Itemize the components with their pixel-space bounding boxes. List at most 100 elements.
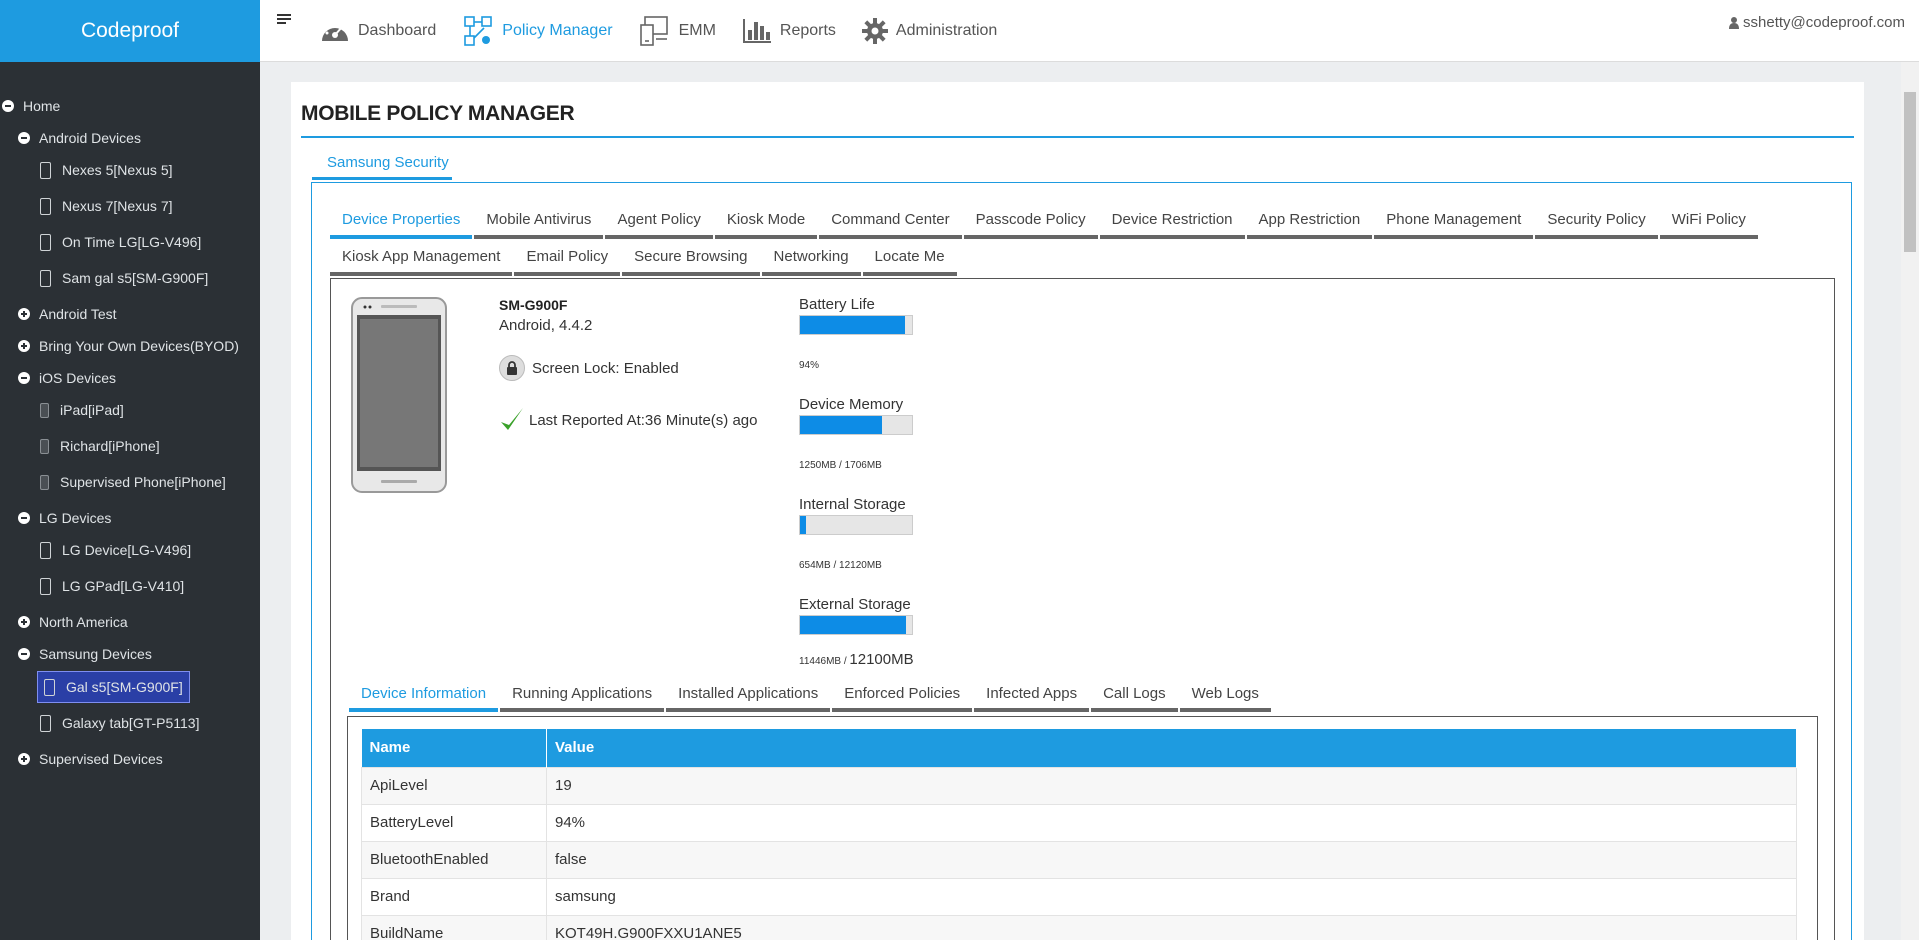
tree-device[interactable]: Supervised Phone[iPhone] [40, 470, 226, 494]
tree-label: LG GPad[LG-V410] [62, 578, 185, 594]
tablet-icon [40, 714, 51, 732]
collapse-icon[interactable] [18, 512, 30, 524]
tab-device-restriction[interactable]: Device Restriction [1099, 203, 1245, 239]
progress-bar [799, 415, 913, 435]
main-panel: MOBILE POLICY MANAGER Samsung Security D… [291, 82, 1864, 940]
expand-icon[interactable] [18, 616, 30, 628]
screen-lock-status: Screen Lock: Enabled [499, 355, 679, 381]
tab-running-applications[interactable]: Running Applications [500, 678, 665, 712]
nav-policy-manager[interactable]: Policy Manager [462, 14, 613, 48]
brand-logo[interactable]: Codeproof [0, 0, 260, 62]
external-storage-meter: External Storage 11446MB / 12100MB [799, 596, 914, 668]
tree-device[interactable]: LG Device[LG-V496] [40, 538, 191, 562]
tree-label: North America [39, 614, 128, 630]
tree-label: Nexes 5[Nexus 5] [62, 162, 173, 178]
tab-wifi-policy[interactable]: WiFi Policy [1659, 203, 1758, 239]
collapse-icon[interactable] [18, 372, 30, 384]
tree-label: Samsung Devices [39, 646, 152, 662]
cell-name: BluetoothEnabled [361, 840, 547, 879]
meter-caption: 11446MB / 12100MB [799, 651, 914, 668]
tab-device-properties[interactable]: Device Properties [330, 203, 473, 239]
tab-installed-applications[interactable]: Installed Applications [666, 678, 831, 712]
tab-app-restriction[interactable]: App Restriction [1246, 203, 1373, 239]
policy-tabs-row2: Kiosk App Management Email Policy Secure… [330, 240, 959, 276]
tree-device[interactable]: Sam gal s5[SM-G900F] [40, 266, 208, 290]
column-header-value[interactable]: Value [546, 729, 1797, 767]
main-nav: Dashboard Policy Manager EMM Reports Adm… [320, 0, 1023, 62]
tab-web-logs[interactable]: Web Logs [1179, 678, 1271, 712]
tab-agent-policy[interactable]: Agent Policy [605, 203, 713, 239]
tree-samsung-devices[interactable]: Samsung Devices [18, 642, 152, 666]
tab-passcode-policy[interactable]: Passcode Policy [963, 203, 1098, 239]
table-row: Brand samsung [361, 877, 1797, 916]
phone-icon [40, 161, 51, 179]
phone-icon [40, 233, 51, 251]
bar-chart-icon [742, 19, 771, 43]
progress-fill [800, 516, 807, 534]
tree-supervised-devices[interactable]: Supervised Devices [18, 747, 163, 771]
scrollbar-thumb[interactable] [1904, 92, 1916, 252]
tree-north-america[interactable]: North America [18, 610, 128, 634]
tab-call-logs[interactable]: Call Logs [1091, 678, 1178, 712]
tree-label: LG Device[LG-V496] [62, 542, 192, 558]
nav-administration-label: Administration [895, 22, 998, 39]
tree-label: On Time LG[LG-V496] [62, 234, 202, 250]
table-row: BluetoothEnabled false [361, 840, 1797, 879]
tab-samsung-security[interactable]: Samsung Security [312, 144, 452, 180]
phone-icon [40, 197, 51, 215]
tree-device[interactable]: Richard[iPhone] [40, 434, 160, 458]
nav-dashboard[interactable]: Dashboard [320, 19, 436, 43]
nav-emm[interactable]: EMM [639, 15, 716, 47]
internal-storage-meter: Internal Storage 654MB / 12120MB [799, 496, 913, 572]
tree-android-devices[interactable]: Android Devices [18, 126, 141, 150]
menu-toggle-icon[interactable] [277, 14, 291, 26]
top-navbar: Dashboard Policy Manager EMM Reports Adm… [260, 0, 1919, 62]
page-scrollbar[interactable] [1901, 62, 1919, 940]
tree-device[interactable]: On Time LG[LG-V496] [40, 230, 201, 254]
last-reported-status: Last Reported At:36 Minute(s) ago [499, 406, 757, 434]
tablet-icon [40, 402, 49, 418]
tab-infected-apps[interactable]: Infected Apps [974, 678, 1090, 712]
column-header-name[interactable]: Name [361, 729, 547, 767]
collapse-icon[interactable] [18, 648, 30, 660]
tree-home[interactable]: Home [2, 94, 60, 118]
policy-network-icon [464, 16, 493, 46]
tree-android-test[interactable]: Android Test [18, 302, 117, 326]
tab-networking[interactable]: Networking [761, 240, 861, 276]
meter-label: Device Memory [799, 396, 904, 413]
tab-phone-management[interactable]: Phone Management [1374, 203, 1534, 239]
tree-lg-devices[interactable]: LG Devices [18, 506, 111, 530]
nav-administration[interactable]: Administration [861, 18, 998, 44]
tab-email-policy[interactable]: Email Policy [514, 240, 621, 276]
tree-device[interactable]: Galaxy tab[GT-P5113] [40, 711, 199, 735]
title-divider [301, 136, 1854, 138]
tree-label: iOS Devices [39, 370, 117, 386]
tab-device-information[interactable]: Device Information [349, 678, 499, 712]
tree-device-selected[interactable]: Gal s5[SM-G900F] [37, 671, 190, 703]
collapse-icon[interactable] [18, 132, 30, 144]
tree-ios-devices[interactable]: iOS Devices [18, 366, 116, 390]
user-menu[interactable]: sshetty@codeproof.com [1729, 14, 1905, 31]
expand-icon[interactable] [18, 753, 30, 765]
tab-enforced-policies[interactable]: Enforced Policies [832, 678, 973, 712]
phone-icon [40, 438, 49, 454]
user-icon [1729, 16, 1740, 29]
tab-kiosk-mode[interactable]: Kiosk Mode [714, 203, 818, 239]
tab-locate-me[interactable]: Locate Me [862, 240, 957, 276]
tree-device[interactable]: iPad[iPad] [40, 398, 124, 422]
tab-security-policy[interactable]: Security Policy [1535, 203, 1658, 239]
tab-kiosk-app-management[interactable]: Kiosk App Management [330, 240, 513, 276]
expand-icon[interactable] [18, 340, 30, 352]
collapse-icon[interactable] [2, 100, 14, 112]
tree-device[interactable]: LG GPad[LG-V410] [40, 574, 184, 598]
tab-command-center[interactable]: Command Center [819, 203, 962, 239]
tree-device[interactable]: Nexes 5[Nexus 5] [40, 158, 173, 182]
lock-icon [499, 355, 525, 381]
tree-device[interactable]: Nexus 7[Nexus 7] [40, 194, 173, 218]
expand-icon[interactable] [18, 308, 30, 320]
tab-secure-browsing[interactable]: Secure Browsing [622, 240, 760, 276]
nav-reports[interactable]: Reports [742, 18, 836, 44]
tree-byod[interactable]: Bring Your Own Devices(BYOD) [18, 334, 239, 358]
tab-mobile-antivirus[interactable]: Mobile Antivirus [474, 203, 604, 239]
cell-name: BatteryLevel [361, 803, 547, 842]
